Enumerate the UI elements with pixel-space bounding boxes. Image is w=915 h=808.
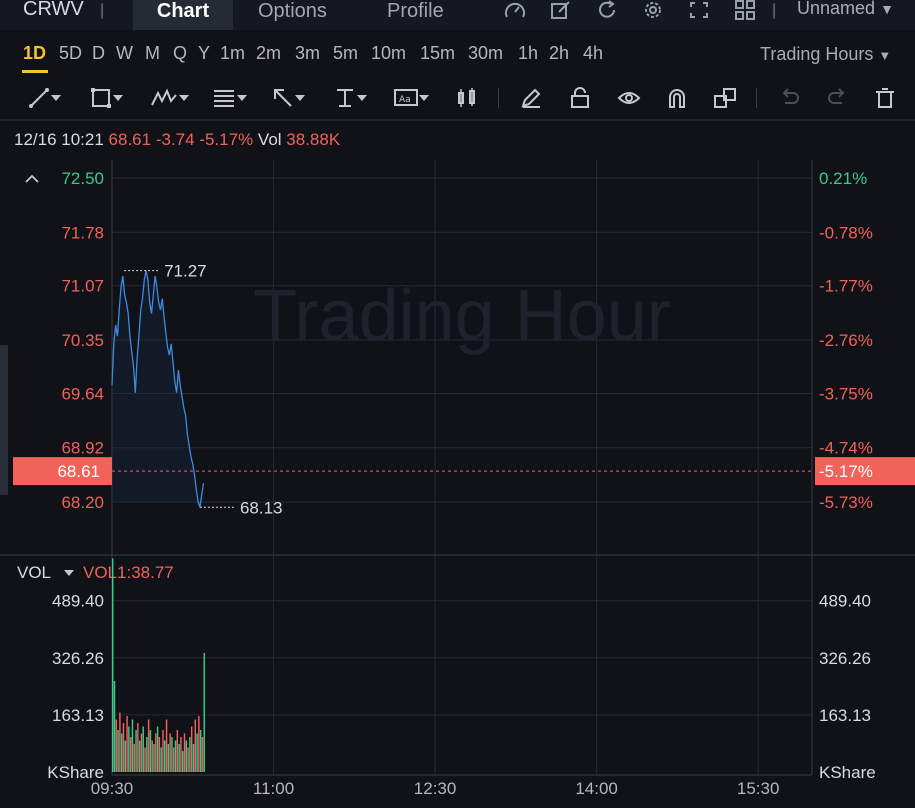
volume-bar <box>167 744 170 772</box>
price-chart[interactable]: Trading Hour 72.50 0.21% 71.78 -0.78% 71.07 -1… <box>0 0 915 808</box>
volume-bar <box>122 723 125 772</box>
volume-bar <box>151 740 153 772</box>
volume-bar <box>142 726 144 772</box>
volume-bar <box>162 730 164 772</box>
percent-axis-label: -4.74% <box>819 439 873 458</box>
volume-bar <box>117 730 119 772</box>
volume-bar <box>156 726 159 772</box>
volume-axis-label-right: 489.40 <box>819 592 871 611</box>
volume-bar <box>149 730 152 772</box>
time-axis-label: 14:00 <box>575 779 618 798</box>
volume-axis-label-right: 326.26 <box>819 649 871 668</box>
volume-bar <box>169 733 171 772</box>
price-area-fill <box>112 270 204 508</box>
volume-bar <box>147 719 150 772</box>
volume-bar <box>201 737 204 772</box>
volume-bar <box>192 744 195 772</box>
volume-axis-label-right: 163.13 <box>819 706 871 725</box>
volume-bar <box>124 740 126 772</box>
volume-axis-label: 163.13 <box>52 706 104 725</box>
volume-bar <box>178 744 180 772</box>
volume-bar <box>189 737 191 772</box>
volume-bar <box>120 733 123 772</box>
volume-label: VOL <box>17 563 51 582</box>
volume-axis-label: 489.40 <box>52 592 104 611</box>
volume-axis-label-right: KShare <box>819 763 876 782</box>
watermark-text: Trading Hour <box>253 276 671 356</box>
high-price-label: 71.27 <box>164 262 207 281</box>
volume-bar <box>196 733 198 772</box>
time-axis-label: 15:30 <box>737 779 780 798</box>
volume-bar <box>173 747 175 772</box>
volume-bar <box>144 747 146 772</box>
volume-bar <box>187 747 189 772</box>
volume-bar <box>199 730 202 772</box>
volume-bar <box>133 744 135 772</box>
volume-bar <box>135 730 137 772</box>
volume-bar <box>165 719 168 772</box>
volume-bar <box>126 716 128 772</box>
volume-bar <box>174 740 177 772</box>
percent-axis-label: -1.77% <box>819 277 873 296</box>
volume-bar <box>198 716 200 772</box>
percent-axis-label: -2.76% <box>819 331 873 350</box>
volume-bar <box>182 751 184 772</box>
volume-bar <box>129 737 132 772</box>
volume-bar <box>194 719 196 772</box>
volume-bar <box>128 726 130 772</box>
price-axis-label: 72.50 <box>61 169 104 188</box>
volume-bar <box>185 740 188 772</box>
volume-bar <box>203 653 205 772</box>
price-axis-label: 68.92 <box>61 439 104 458</box>
volume-bar <box>183 733 186 772</box>
volume-bar <box>190 726 193 772</box>
volume-bar <box>146 737 148 772</box>
volume-bar <box>158 737 161 772</box>
current-pct-label: -5.17% <box>819 462 873 481</box>
price-axis-label: 70.35 <box>61 331 104 350</box>
volume-bar <box>131 719 134 772</box>
volume-bar <box>115 719 118 772</box>
volume-bar <box>137 723 139 772</box>
percent-axis-label: -0.78% <box>819 223 873 242</box>
volume-bar <box>171 737 173 772</box>
volume-bar <box>113 681 116 772</box>
percent-axis-label: -3.75% <box>819 384 873 403</box>
volume-bar <box>119 712 121 772</box>
volume-bar <box>153 744 155 772</box>
percent-axis-label: 0.21% <box>819 169 867 188</box>
volume-indicator: VOL1:38.77 <box>83 563 174 582</box>
volume-bar <box>155 733 157 772</box>
price-axis-label: 69.64 <box>61 384 104 403</box>
volume-axis-label: 326.26 <box>52 649 104 668</box>
volume-bar <box>138 740 141 772</box>
volume-bar <box>164 740 166 772</box>
price-axis-label: 71.78 <box>61 223 104 242</box>
volume-bar <box>176 730 179 772</box>
price-axis-label: 71.07 <box>61 277 104 296</box>
price-axis-label: 68.20 <box>61 493 104 512</box>
volume-bar <box>140 733 143 772</box>
volume-bar <box>160 747 162 772</box>
volume-bar <box>112 558 114 772</box>
volume-bar <box>180 737 182 772</box>
chevron-up-icon[interactable] <box>25 174 39 183</box>
time-axis-label: 11:00 <box>253 779 294 798</box>
time-axis-label: 09:30 <box>91 779 134 798</box>
time-axis-label: 12:30 <box>414 779 457 798</box>
low-price-label: 68.13 <box>240 498 283 517</box>
chevron-down-icon[interactable] <box>64 570 74 576</box>
percent-axis-label: -5.73% <box>819 493 873 512</box>
current-price-label: 68.61 <box>57 462 100 481</box>
